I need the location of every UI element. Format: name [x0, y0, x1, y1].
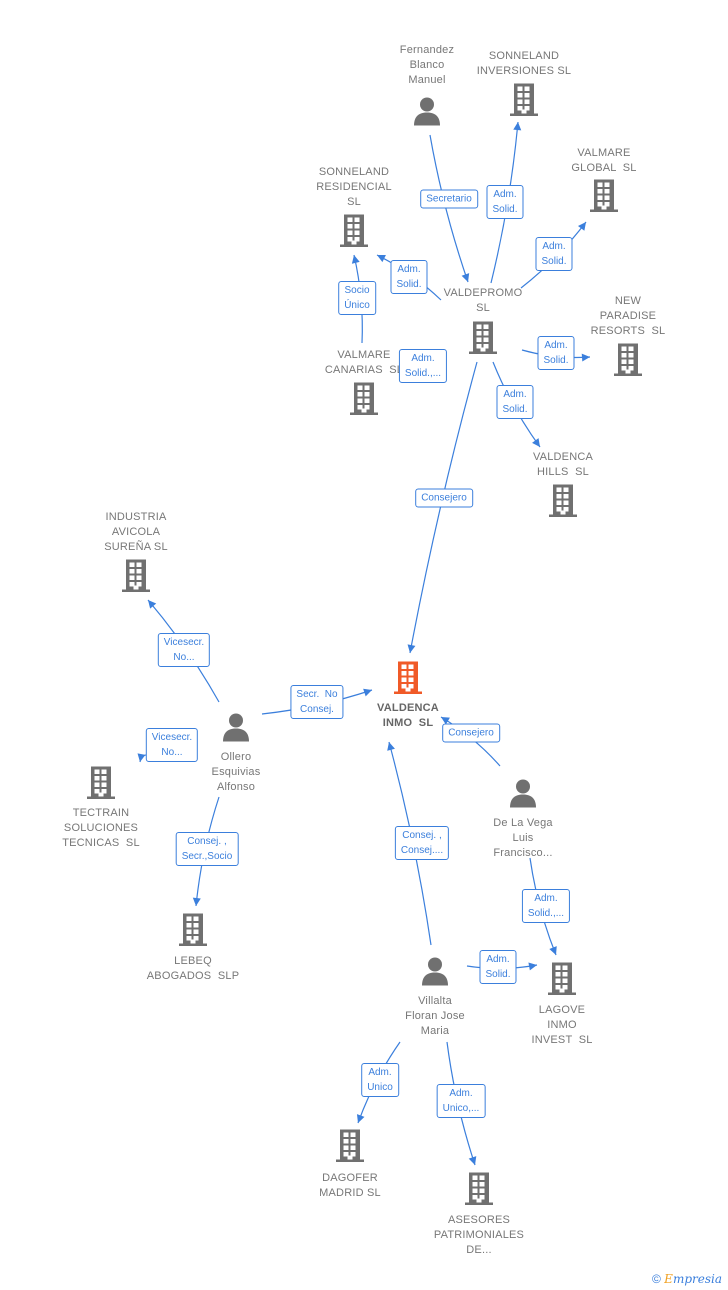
arrowhead — [532, 438, 540, 447]
arrowhead — [137, 753, 146, 762]
node-label-lebeq[interactable]: LEBEQ ABOGADOS SLP — [147, 954, 239, 984]
node-label-villalta[interactable]: Villalta Floran Jose Maria — [405, 994, 465, 1039]
arrowhead — [387, 742, 395, 751]
edge-label-ollero-valdenca_inmo[interactable]: Secr. No Consej. — [290, 685, 344, 719]
building-icon[interactable] — [177, 913, 209, 952]
node-label-lagove[interactable]: LAGOVE INMO INVEST SL — [531, 1003, 592, 1048]
network-diagram: © Empresia Fernandez Blanco Manuel SONNEL… — [0, 0, 728, 1290]
node-label-sonneland_res[interactable]: SONNELAND RESIDENCIAL SL — [316, 165, 392, 210]
arrowhead — [577, 222, 586, 231]
person-icon[interactable] — [508, 778, 538, 813]
arrowhead — [192, 897, 201, 906]
building-icon[interactable] — [467, 321, 499, 360]
arrowhead — [351, 255, 360, 264]
building-icon[interactable] — [547, 484, 579, 523]
arrowhead — [363, 688, 372, 697]
edge-label-valdepromo-valdenca_hills[interactable]: Adm. Solid. — [496, 385, 534, 419]
person-icon[interactable] — [420, 956, 450, 991]
arrowhead — [407, 644, 416, 653]
edge-label-valdepromo-valmare_canarias[interactable]: Adm. Solid.,... — [398, 349, 448, 383]
building-icon[interactable] — [334, 1129, 366, 1168]
node-label-ollero[interactable]: Ollero Esquivias Alfonso — [212, 750, 261, 795]
arrowhead — [513, 122, 522, 131]
edge-label-delavega-lagove[interactable]: Adm. Solid.,... — [521, 889, 571, 923]
building-icon[interactable] — [612, 343, 644, 382]
brand-initial: E — [664, 1272, 673, 1286]
node-label-sonneland_inv[interactable]: SONNELAND INVERSIONES SL — [477, 49, 572, 79]
edge-label-ollero-industria[interactable]: Vicesecr. No... — [157, 633, 211, 667]
building-icon[interactable] — [508, 83, 540, 122]
brand-name: mpresia — [672, 1272, 722, 1286]
node-label-fernandez[interactable]: Fernandez Blanco Manuel — [400, 43, 454, 88]
edge-valdepromo-to-valdenca_inmo — [407, 361, 478, 654]
edge-label-valdepromo-valmare_global[interactable]: Adm. Solid. — [535, 237, 573, 271]
copyright-symbol: © — [651, 1272, 661, 1286]
arrowhead — [581, 353, 590, 362]
edge-label-fernandez-valdepromo[interactable]: Secretario — [420, 189, 478, 209]
edge-label-villalta-lagove[interactable]: Adm. Solid. — [479, 950, 517, 984]
building-icon[interactable] — [588, 179, 620, 218]
node-label-dagofer[interactable]: DAGOFER MADRID SL — [319, 1171, 381, 1201]
edge-label-valmare_canarias-sonneland_res[interactable]: Socio Único — [338, 281, 376, 315]
node-label-new_paradise[interactable]: NEW PARADISE RESORTS SL — [591, 294, 666, 339]
arrowhead — [148, 600, 157, 609]
arrowhead — [461, 273, 470, 282]
edge-label-delavega-valdenca_inmo[interactable]: Consejero — [442, 723, 500, 743]
node-label-valmare_global[interactable]: VALMARE GLOBAL SL — [571, 146, 636, 176]
person-icon[interactable] — [412, 96, 442, 131]
footer-brand: © Empresia — [652, 1272, 722, 1286]
building-icon[interactable] — [85, 766, 117, 805]
node-label-asesores[interactable]: ASESORES PATRIMONIALES DE... — [434, 1213, 524, 1258]
node-label-tectrain[interactable]: TECTRAIN SOLUCIONES TECNICAS SL — [62, 806, 140, 851]
edge-label-villalta-dagofer[interactable]: Adm. Unico — [361, 1063, 399, 1097]
edge-label-villalta-valdenca_inmo[interactable]: Consej. , Consej.... — [394, 826, 450, 860]
edge-label-villalta-asesores[interactable]: Adm. Unico,... — [436, 1084, 486, 1118]
building-icon[interactable] — [348, 382, 380, 421]
arrowhead — [468, 1156, 477, 1165]
node-label-valdepromo[interactable]: VALDEPROMO SL — [444, 286, 523, 316]
person-icon[interactable] — [221, 712, 251, 747]
building-icon[interactable] — [546, 962, 578, 1001]
building-icon[interactable] — [392, 661, 424, 700]
node-label-industria[interactable]: INDUSTRIA AVICOLA SUREÑA SL — [104, 510, 168, 555]
edge-label-valdepromo-sonneland_inv[interactable]: Adm. Solid. — [486, 185, 524, 219]
building-icon[interactable] — [463, 1172, 495, 1211]
edge-label-valdepromo-new_paradise[interactable]: Adm. Solid. — [537, 336, 575, 370]
edge-label-valdepromo-valdenca_inmo[interactable]: Consejero — [415, 488, 473, 508]
node-label-valdenca_inmo[interactable]: VALDENCA INMO SL — [377, 701, 439, 731]
node-label-delavega[interactable]: De La Vega Luis Francisco... — [493, 816, 553, 861]
arrowhead — [528, 962, 537, 971]
building-icon[interactable] — [120, 559, 152, 598]
edge-label-ollero-lebeq[interactable]: Consej. , Secr.,Socio — [175, 832, 239, 866]
edge-label-valdepromo-sonneland_res[interactable]: Adm. Solid. — [390, 260, 428, 294]
node-label-valmare_canarias[interactable]: VALMARE CANARIAS SL — [325, 348, 403, 378]
edge-label-ollero-tectrain[interactable]: Vicesecr. No... — [145, 728, 199, 762]
building-icon[interactable] — [338, 214, 370, 253]
edge-fernandez-to-valdepromo — [429, 134, 470, 283]
node-label-valdenca_hills[interactable]: VALDENCA HILLS SL — [533, 450, 593, 480]
